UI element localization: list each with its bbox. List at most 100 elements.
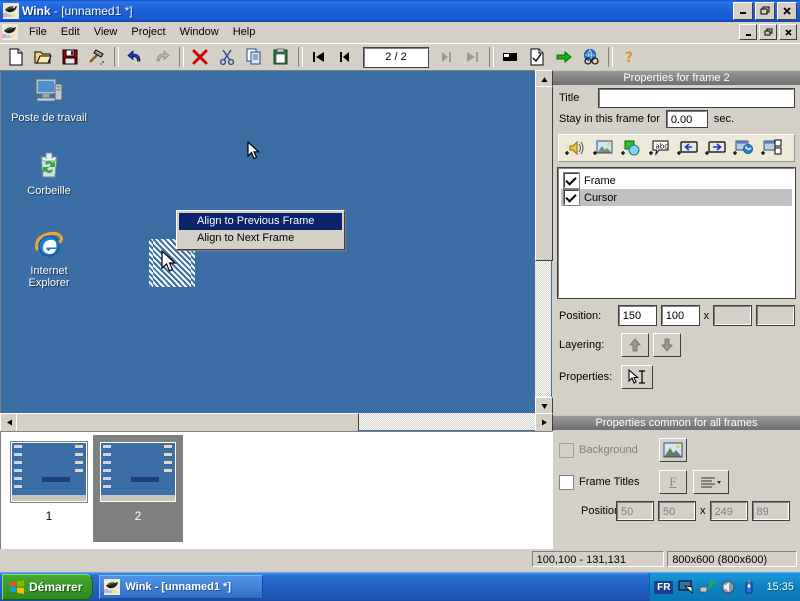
canvas-horizontal-scrollbar[interactable]: [0, 413, 553, 432]
add-shape-icon[interactable]: [617, 137, 645, 159]
stay-duration-input[interactable]: 0.00: [665, 110, 708, 128]
frame-number-field[interactable]: 2 / 2: [363, 46, 429, 68]
green-arrow-icon[interactable]: [551, 45, 577, 69]
frame-editor-canvas[interactable]: Poste de travail Corbeille Internet Expl…: [0, 70, 552, 431]
copy-pages-icon[interactable]: [241, 45, 267, 69]
captured-desktop-image[interactable]: Poste de travail Corbeille Internet Expl…: [1, 71, 536, 414]
mdi-close-button[interactable]: [779, 24, 797, 40]
desktop-icon-recycle-bin[interactable]: Corbeille: [5, 149, 93, 197]
position-width-input[interactable]: [713, 305, 753, 326]
browser-globe-icon[interactable]: [578, 45, 604, 69]
position-y-input[interactable]: 100: [660, 305, 700, 326]
add-image-icon[interactable]: [589, 137, 617, 159]
minimize-button[interactable]: [733, 2, 753, 20]
layer-up-button[interactable]: [621, 333, 649, 357]
display-icon[interactable]: [678, 579, 694, 595]
add-text-callout-icon[interactable]: abc: [645, 137, 673, 159]
frame-titles-checkbox[interactable]: [559, 474, 574, 490]
add-browser-link-icon[interactable]: [729, 137, 757, 159]
frame-number-label: 2: [134, 509, 142, 523]
filmstrip-frame-1[interactable]: 1: [4, 435, 94, 542]
title-input[interactable]: [598, 88, 795, 108]
new-document-icon[interactable]: [3, 45, 29, 69]
wink-app-icon: [3, 3, 19, 19]
horizontal-scroll-thumb[interactable]: [16, 413, 359, 432]
cursor-visibility-checkbox[interactable]: [563, 189, 580, 206]
menu-item-project[interactable]: Project: [124, 24, 172, 40]
menu-item-window[interactable]: Window: [173, 24, 226, 40]
language-indicator[interactable]: FR: [654, 580, 674, 594]
common-position-width-input[interactable]: 249: [709, 501, 748, 521]
position-x-input[interactable]: 150: [617, 305, 657, 326]
undo-arrow-icon[interactable]: [122, 45, 148, 69]
frame-filmstrip[interactable]: 1 2: [0, 431, 553, 550]
background-checkbox[interactable]: [559, 442, 574, 458]
status-spacer: [0, 551, 529, 567]
previous-frame-icon[interactable]: [333, 45, 359, 69]
align-dropdown-button[interactable]: [693, 470, 729, 494]
svg-text:?: ?: [625, 50, 633, 66]
object-list-item-cursor[interactable]: Cursor: [561, 189, 792, 206]
first-frame-icon[interactable]: [306, 45, 332, 69]
common-position-label: Position:: [581, 505, 624, 517]
stay-duration-row: Stay in this frame for 0.00 sec.: [553, 107, 800, 128]
background-image-icon[interactable]: [659, 438, 687, 462]
hammer-icon[interactable]: [84, 45, 110, 69]
properties-panel: Properties for frame 2 Title Stay in thi…: [553, 70, 800, 548]
context-menu-item-align-next[interactable]: Align to Next Frame: [179, 230, 342, 247]
window-title-doc: - [unnamed1 *]: [50, 4, 133, 18]
mdi-restore-button[interactable]: [759, 24, 777, 40]
add-window-icon[interactable]: [757, 137, 785, 159]
open-folder-icon[interactable]: [30, 45, 56, 69]
stay-label: Stay in this frame for: [559, 113, 660, 125]
status-selection-coords: 100,100 - 131,131: [531, 551, 665, 567]
help-key-icon[interactable]: ?: [616, 45, 642, 69]
common-properties-header: Properties common for all frames: [553, 415, 800, 430]
menu-item-edit[interactable]: Edit: [54, 24, 87, 40]
taskbar-item-wink[interactable]: Wink - [unnamed1 *]: [99, 575, 264, 599]
add-previous-button-icon[interactable]: [673, 137, 701, 159]
clipboard-icon[interactable]: [268, 45, 294, 69]
scissors-icon[interactable]: [214, 45, 240, 69]
system-clock[interactable]: 15:35: [766, 581, 794, 593]
common-position-x-input[interactable]: 50: [616, 501, 654, 521]
battery-icon[interactable]: [741, 579, 757, 595]
menu-item-view[interactable]: View: [87, 24, 125, 40]
font-button[interactable]: F: [659, 470, 687, 494]
menu-item-file[interactable]: File: [22, 24, 54, 40]
context-menu-item-align-previous[interactable]: Align to Previous Frame: [179, 213, 342, 230]
add-next-button-icon[interactable]: [701, 137, 729, 159]
object-position-row: Position: 150 100 x: [553, 298, 800, 326]
position-height-input[interactable]: [756, 305, 795, 326]
cursor-text-properties-icon[interactable]: [621, 365, 653, 389]
start-button[interactable]: Démarrer: [2, 574, 94, 600]
frame-visibility-checkbox[interactable]: [563, 172, 580, 189]
object-list-item-frame[interactable]: Frame: [561, 172, 792, 189]
align-context-menu[interactable]: Align to Previous Frame Align to Next Fr…: [176, 210, 345, 250]
mdi-minimize-button[interactable]: [739, 24, 757, 40]
mdi-child-controls: [739, 24, 800, 40]
add-sound-icon[interactable]: [561, 137, 589, 159]
common-position-height-input[interactable]: 89: [751, 501, 790, 521]
canvas-vertical-scrollbar[interactable]: [535, 70, 553, 415]
common-position-y-input[interactable]: 50: [658, 501, 696, 521]
layer-down-button[interactable]: [653, 333, 681, 357]
document-icon[interactable]: [2, 24, 18, 40]
desktop-icon-my-computer[interactable]: Poste de travail: [5, 76, 93, 124]
menu-item-help[interactable]: Help: [226, 24, 263, 40]
network-icon[interactable]: [699, 579, 716, 595]
volume-icon[interactable]: [720, 579, 736, 595]
filmstrip-frame-2[interactable]: 2: [93, 435, 183, 542]
thumbnail-menu-strip: [42, 477, 70, 482]
frame-objects-list[interactable]: Frame Cursor: [557, 167, 796, 299]
thumbnail-taskbar: [12, 495, 86, 501]
red-x-icon[interactable]: [187, 45, 213, 69]
vertical-scroll-thumb[interactable]: [535, 86, 553, 261]
restore-button[interactable]: [755, 2, 775, 20]
capture-window-icon[interactable]: [497, 45, 523, 69]
render-document-icon[interactable]: [524, 45, 550, 69]
save-floppy-icon[interactable]: [57, 45, 83, 69]
close-button[interactable]: [777, 2, 797, 20]
scroll-right-button[interactable]: [535, 413, 553, 432]
desktop-icon-internet-explorer[interactable]: Internet Explorer: [5, 229, 93, 289]
